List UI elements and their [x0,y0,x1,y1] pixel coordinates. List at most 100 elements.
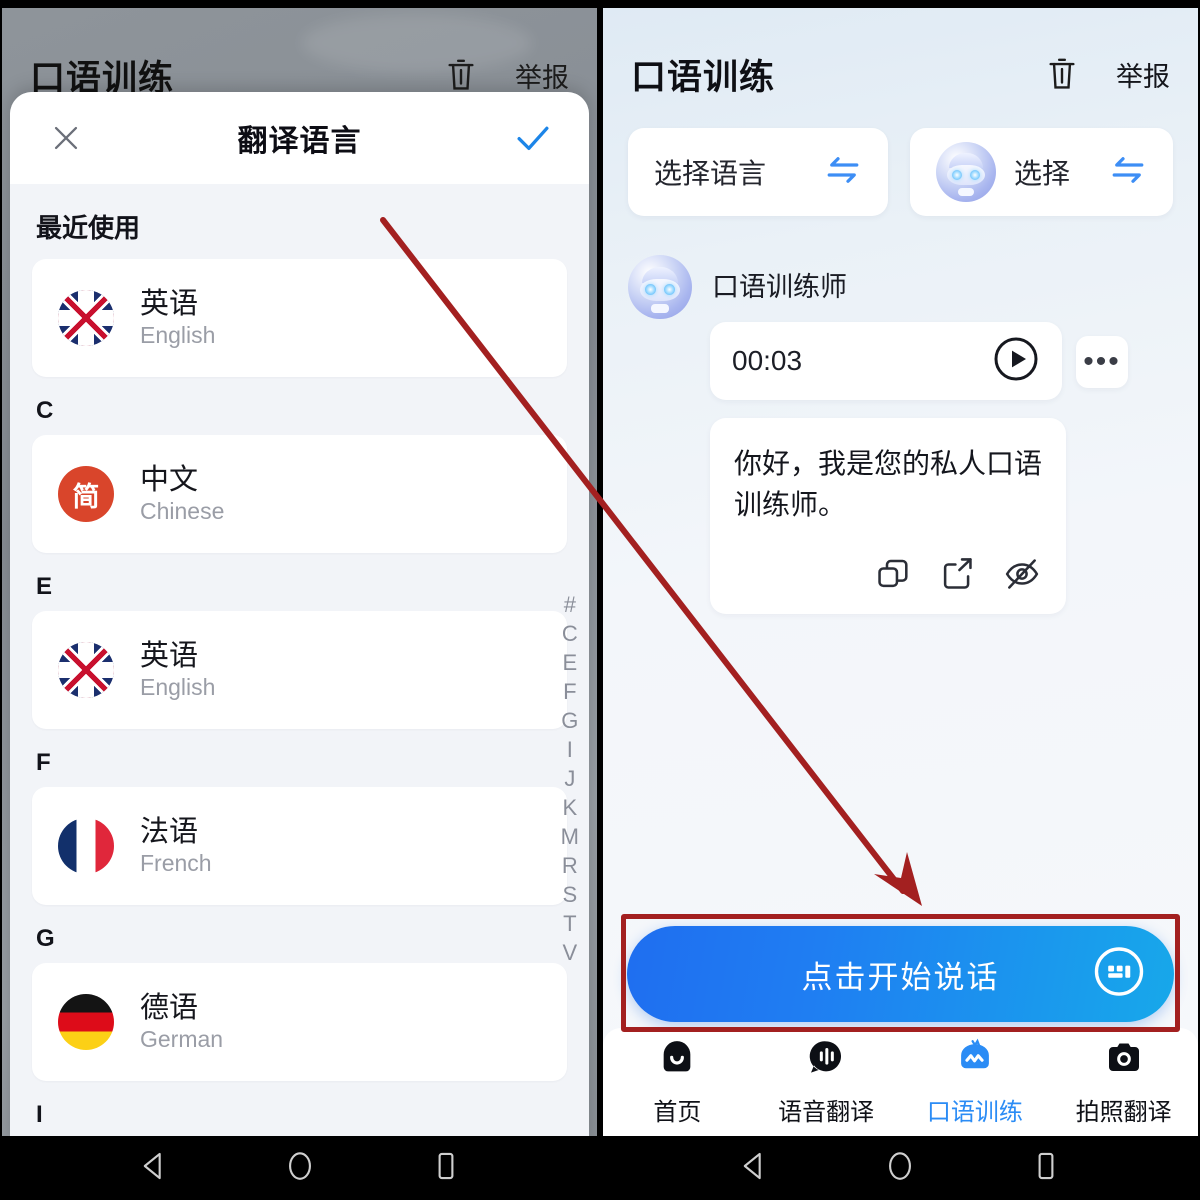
start-speaking-button-wrap: 点击开始说话 [627,926,1174,1022]
right-page-title: 口语训练 [631,57,776,97]
language-names: 德语 German [140,991,224,1053]
robot-avatar-icon [628,255,692,319]
selector-row: 选择语言 选择 [628,128,1173,216]
language-names: 英语 English [140,640,216,701]
language-list[interactable]: 最近使用 英语 English C 简 中文 Chinese E 英语 Engl… [10,184,589,1136]
triangle-back-icon[interactable] [737,1149,771,1188]
screenshot-root: 口语训练 举报 翻译语言 最近使用 英语 English C 简 中文 Chin… [0,0,1200,1200]
triangle-back-icon[interactable] [137,1149,171,1188]
list-item[interactable]: 德语 German [32,963,567,1081]
role-selector-label: 选择 [1014,158,1071,189]
message-text: 你好，我是您的私人口语训练师。 [734,448,1043,520]
swap-arrows-icon[interactable] [824,155,862,190]
share-icon[interactable] [938,555,976,598]
sheet-header: 翻译语言 [10,92,589,184]
square-recents-icon[interactable] [429,1149,463,1188]
alpha-index-s[interactable]: S [562,882,577,908]
android-nav-left [0,1136,600,1200]
language-name-cn: 中文 [140,463,199,496]
list-item[interactable]: 英语 English [32,611,567,729]
right-header-actions: 举报 [1036,48,1170,100]
chat-message-body: 口语训练师 00:03 ••• 你好，我是您的私人口语训练师。 [710,253,1173,615]
france-flag-icon [58,818,114,874]
alpha-index-j[interactable]: J [564,766,575,792]
bottom-tabbar: 首页 语音翻译 口语训练 拍照翻译 [603,1028,1198,1136]
left-report-button[interactable]: 举报 [515,56,569,95]
section-letter-e: E [36,573,53,600]
germany-flag-icon [58,994,114,1050]
message-tools [734,555,1042,598]
language-name-en: English [140,674,216,701]
right-app-header: 口语训练 举报 [603,36,1198,112]
tab-home-label: 首页 [653,1099,702,1126]
section-letter-next: I [36,1101,43,1128]
square-recents-icon[interactable] [1029,1149,1063,1188]
chat-sender-name: 口语训练师 [712,272,847,302]
more-horizontal-icon[interactable]: ••• [1076,336,1128,388]
close-icon[interactable] [40,112,92,164]
camera-translate-icon [1104,1037,1144,1082]
language-name-en: French [140,850,212,877]
language-name-cn: 德语 [140,991,199,1024]
start-speaking-label: 点击开始说话 [801,959,1000,995]
eye-off-icon[interactable] [1002,555,1042,598]
language-name-en: English [140,322,216,349]
audio-duration: 00:03 [732,345,803,376]
section-letter-c: C [36,397,54,424]
alpha-index-g[interactable]: G [561,708,578,734]
alpha-index-r[interactable]: R [562,853,578,879]
alpha-index-hash[interactable]: # [564,592,576,618]
tab-voice-translate[interactable]: 语音翻译 [752,1037,901,1127]
language-selector-label: 选择语言 [654,158,767,189]
tab-speaking-training-label: 口语训练 [926,1099,1023,1126]
language-selector[interactable]: 选择语言 [628,128,888,216]
alpha-index-f[interactable]: F [563,679,576,705]
right-report-button[interactable]: 举报 [1116,55,1170,94]
alpha-index-t[interactable]: T [563,911,576,937]
role-selector[interactable]: 选择 [910,128,1173,216]
language-names: 中文 Chinese [140,463,225,525]
translate-language-sheet: 翻译语言 最近使用 英语 English C 简 中文 Chinese E 英语… [10,92,589,1136]
text-message-bubble[interactable]: 你好，我是您的私人口语训练师。 [710,418,1066,615]
alpha-index-i[interactable]: I [567,737,573,763]
tab-speaking-training[interactable]: 口语训练 [901,1037,1050,1127]
circle-home-icon[interactable] [283,1149,317,1188]
tab-camera-translate-label: 拍照翻译 [1075,1099,1172,1126]
language-name-en: Chinese [140,498,225,525]
check-icon[interactable] [507,112,559,164]
circle-home-icon[interactable] [883,1149,917,1188]
alpha-index-v[interactable]: V [562,940,577,966]
start-speaking-button[interactable]: 点击开始说话 [627,926,1174,1022]
tab-home[interactable]: 首页 [603,1037,752,1127]
chat-area: 口语训练师 00:03 ••• 你好，我是您的私人口语训练师。 [628,253,1173,615]
language-name-cn: 法语 [140,815,199,848]
tab-camera-translate[interactable]: 拍照翻译 [1049,1037,1198,1127]
uk-flag-icon [58,290,114,346]
alpha-index-e[interactable]: E [562,650,577,676]
section-letter-g: G [36,925,55,952]
language-names: 法语 French [140,815,212,877]
list-item[interactable]: 英语 English [32,259,567,377]
copy-icon[interactable] [874,555,912,598]
alpha-index-k[interactable]: K [562,795,577,821]
keyboard-circle-icon[interactable] [1092,945,1146,1004]
speaking-training-icon [954,1037,996,1082]
audio-message-bubble[interactable]: 00:03 [710,322,1062,400]
trash-icon[interactable] [1036,48,1088,100]
recent-section-label: 最近使用 [36,213,141,243]
more-dots: ••• [1083,345,1121,378]
robot-avatar-icon [936,142,996,202]
swap-arrows-icon[interactable] [1109,155,1147,190]
home-icon [657,1037,697,1082]
list-item[interactable]: 简 中文 Chinese [32,435,567,553]
language-name-en: German [140,1026,224,1053]
language-names: 英语 English [140,288,216,349]
section-letter-f: F [36,749,51,776]
voice-translate-icon [806,1037,846,1082]
alpha-index-m[interactable]: M [561,824,579,850]
chinese-simplified-icon: 简 [58,466,114,522]
list-item[interactable]: 法语 French [32,787,567,905]
alphabet-index-rail[interactable]: # C E F G I J K M R S T V [561,592,579,966]
play-circle-icon[interactable] [992,335,1040,388]
alpha-index-c[interactable]: C [562,621,578,647]
